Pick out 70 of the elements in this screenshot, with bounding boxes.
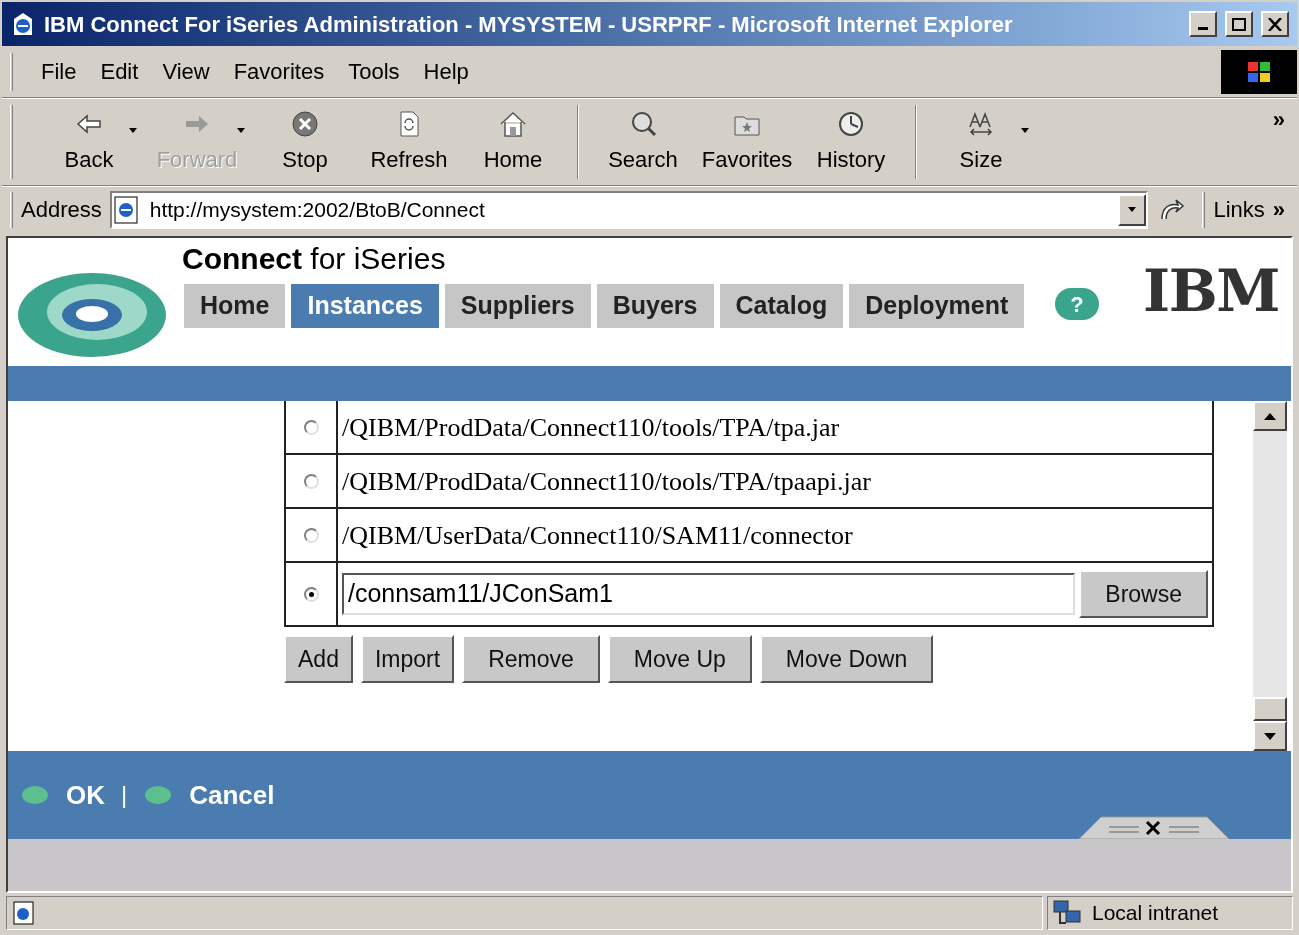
windows-logo-icon xyxy=(1221,49,1297,94)
window-title: IBM Connect For iSeries Administration - MYSYSTEM - USRPRF - Microsoft Internet Explorer xyxy=(44,10,1014,39)
menu-item[interactable]: File xyxy=(29,55,89,88)
collapse-tab-icon[interactable] xyxy=(1079,815,1229,839)
page-icon xyxy=(11,900,37,926)
app-brand: Connect for iSeries xyxy=(182,242,447,276)
address-label: Address xyxy=(21,196,102,224)
menu-item[interactable]: Favorites xyxy=(221,55,337,88)
ok-link[interactable]: OK xyxy=(66,775,105,815)
action-button[interactable]: Import xyxy=(360,635,455,683)
path-cell-text: /QIBM/ProdData/Connect110/tools/TPA/tpaapi.jar xyxy=(341,465,872,498)
nav-tab[interactable]: Home xyxy=(182,282,286,328)
toolbar-overflow[interactable]: » xyxy=(1272,103,1285,136)
cancel-link[interactable]: Cancel xyxy=(189,775,275,815)
links-button[interactable]: Links xyxy=(1213,193,1265,226)
action-button[interactable]: Move Up xyxy=(607,635,752,683)
toolbar-button[interactable]: Stop xyxy=(253,108,357,176)
caret-icon xyxy=(1021,127,1029,133)
stop-icon xyxy=(290,108,320,139)
scroll-down-button[interactable] xyxy=(1253,721,1287,751)
menu-item[interactable]: Tools xyxy=(336,55,412,88)
maximize-icon xyxy=(1232,17,1246,31)
up-arrow-icon xyxy=(1264,412,1276,420)
close-icon xyxy=(1268,17,1282,31)
toolbar-button[interactable]: Home xyxy=(461,108,565,176)
dropdown-button[interactable] xyxy=(1118,193,1147,226)
toolbar-button[interactable]: History xyxy=(799,108,903,176)
toolbar-button[interactable]: Favorites xyxy=(695,108,799,176)
toolbar-button[interactable]: Size xyxy=(929,108,1033,176)
security-zone: Local intranet xyxy=(1092,900,1219,927)
ibm-logo: IBM xyxy=(1143,262,1279,320)
scroll-up-button[interactable] xyxy=(1253,401,1287,431)
toolbar-button[interactable]: Refresh xyxy=(357,108,461,176)
nav-tab[interactable]: Deployment xyxy=(847,282,1025,328)
nav-tab[interactable]: Suppliers xyxy=(442,282,591,328)
caret-icon xyxy=(129,127,137,133)
action-button[interactable]: Move Down xyxy=(759,635,934,683)
down-arrow-icon xyxy=(1264,732,1276,740)
minimize-button[interactable] xyxy=(1189,11,1217,37)
nav-tab[interactable]: Catalog xyxy=(717,282,844,328)
scroll-bar[interactable] xyxy=(1253,401,1287,751)
toolbar-button[interactable]: Back xyxy=(37,108,141,176)
scroll-thumb[interactable] xyxy=(1253,697,1287,721)
cancel-bullet-icon xyxy=(143,784,174,806)
nav-tab[interactable]: Buyers xyxy=(594,282,714,328)
radio-button[interactable] xyxy=(303,419,319,435)
nav-tab[interactable]: Instances xyxy=(289,282,439,328)
action-button[interactable]: Remove xyxy=(462,635,600,683)
minimize-icon xyxy=(1198,26,1208,30)
links-overflow[interactable]: » xyxy=(1272,193,1285,226)
close-button[interactable] xyxy=(1261,11,1289,37)
address-field[interactable]: http://mysystem:2002/BtoB/Connect xyxy=(109,190,1149,229)
network-icon xyxy=(1052,899,1084,927)
radio-button[interactable] xyxy=(303,473,319,489)
toolbar-button[interactable]: Search xyxy=(591,108,695,176)
caret-icon xyxy=(237,127,245,133)
path-input-field[interactable]: /connsam11/JConSam1 xyxy=(342,573,1076,615)
maximize-button[interactable] xyxy=(1225,11,1253,37)
browse-button[interactable]: Browse xyxy=(1079,570,1208,618)
menu-item[interactable]: Edit xyxy=(88,55,151,88)
radio-button[interactable] xyxy=(303,586,319,602)
menu-item[interactable]: Help xyxy=(411,55,481,88)
path-cell-text: /QIBM/UserData/Connect110/SAM11/connector xyxy=(341,519,854,552)
radio-button[interactable] xyxy=(303,527,319,543)
action-button[interactable]: Add xyxy=(284,635,353,683)
link-separator: | xyxy=(121,780,128,810)
caret-icon xyxy=(1128,207,1137,212)
ok-bullet-icon xyxy=(20,784,50,806)
path-cell-text: /QIBM/ProdData/Connect110/tools/TPA/tpa.jar xyxy=(341,411,841,444)
menu-item[interactable]: View xyxy=(150,55,222,88)
